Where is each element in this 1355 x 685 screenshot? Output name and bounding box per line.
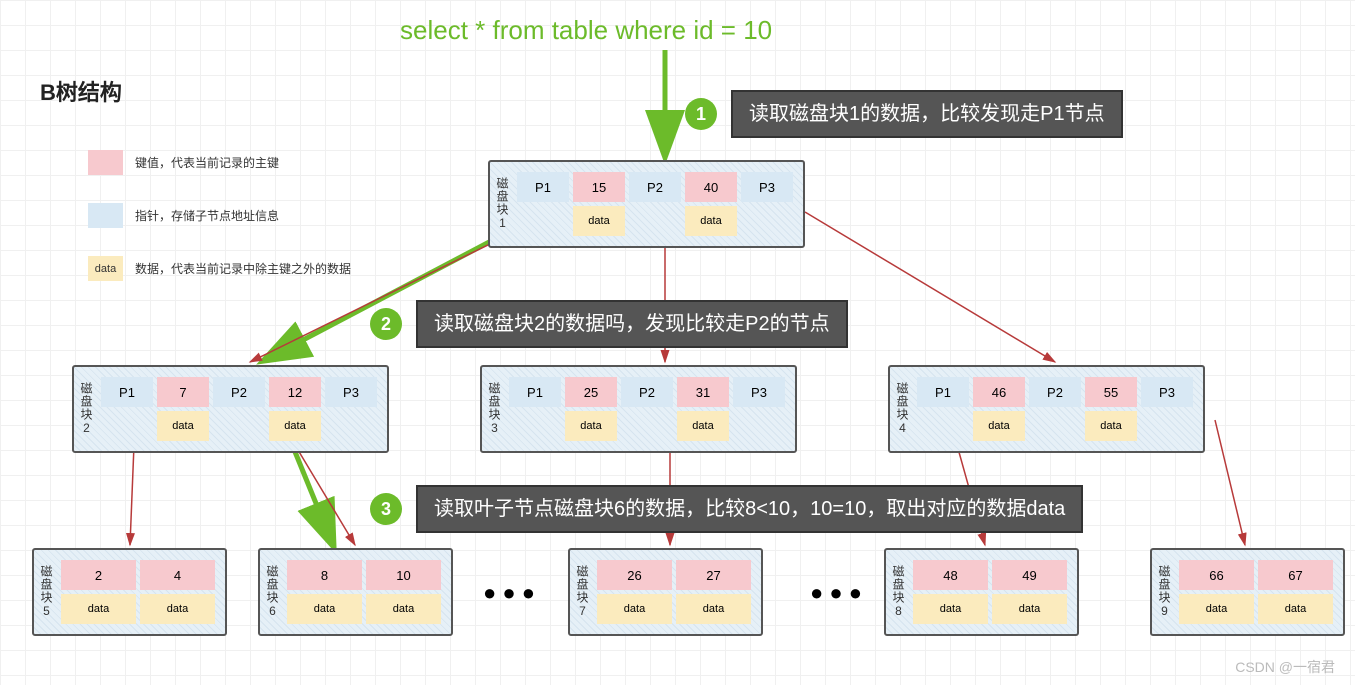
disk-block-7: 磁盘块7 26data 27data xyxy=(568,548,763,636)
disk-block-1: 磁盘块1 P1 15 data P2 40 data P3 xyxy=(488,160,805,248)
b1-d2: data xyxy=(685,206,737,236)
step-3-badge: 3 xyxy=(370,493,402,525)
step-1-callout: 1 读取磁盘块1的数据，比较发现走P1节点 xyxy=(685,90,1123,138)
legend-ptr-label: 指针，存储子节点地址信息 xyxy=(135,207,279,224)
disk-block-5: 磁盘块5 2data 4data xyxy=(32,548,227,636)
legend-data-label: 数据，代表当前记录中除主键之外的数据 xyxy=(135,260,351,277)
dots-1: ● ● ● xyxy=(483,580,535,606)
step-2-badge: 2 xyxy=(370,308,402,340)
step-3-text: 读取叶子节点磁盘块6的数据，比较8<10，10=10，取出对应的数据data xyxy=(416,485,1083,533)
legend-data-row: data 数据，代表当前记录中除主键之外的数据 xyxy=(88,256,351,281)
legend-key-swatch xyxy=(88,150,123,175)
legend-data-swatch: data xyxy=(88,256,123,281)
step-1-badge: 1 xyxy=(685,98,717,130)
b1-p3: P3 xyxy=(741,172,793,202)
disk-block-3: 磁盘块3 P1 25data P2 31data P3 xyxy=(480,365,797,453)
legend-key-label: 键值，代表当前记录的主键 xyxy=(135,154,279,171)
disk-block-8: 磁盘块8 48data 49data xyxy=(884,548,1079,636)
step-2-callout: 2 读取磁盘块2的数据吗，发现比较走P2的节点 xyxy=(370,300,848,348)
legend-ptr-row: 指针，存储子节点地址信息 xyxy=(88,203,351,228)
watermark: CSDN @一宿君 xyxy=(1235,657,1335,677)
sql-query-text: select * from table where id = 10 xyxy=(400,15,772,46)
step-3-callout: 3 读取叶子节点磁盘块6的数据，比较8<10，10=10，取出对应的数据data xyxy=(370,485,1083,533)
legend-ptr-swatch xyxy=(88,203,123,228)
disk-block-9: 磁盘块9 66data 67data xyxy=(1150,548,1345,636)
disk-block-2-label: 磁盘块2 xyxy=(78,377,95,441)
b1-k2: 40 xyxy=(685,172,737,202)
legend-key-row: 键值，代表当前记录的主键 xyxy=(88,150,351,175)
b1-p2: P2 xyxy=(629,172,681,202)
legend: 键值，代表当前记录的主键 指针，存储子节点地址信息 data 数据，代表当前记录… xyxy=(88,150,351,309)
disk-block-6: 磁盘块6 8data 10data xyxy=(258,548,453,636)
b1-p1: P1 xyxy=(517,172,569,202)
disk-block-4: 磁盘块4 P1 46data P2 55data P3 xyxy=(888,365,1205,453)
step-1-text: 读取磁盘块1的数据，比较发现走P1节点 xyxy=(731,90,1123,138)
b1-k1: 15 xyxy=(573,172,625,202)
disk-block-4-label: 磁盘块4 xyxy=(894,377,911,441)
disk-block-1-label: 磁盘块1 xyxy=(494,172,511,236)
b1-d1: data xyxy=(573,206,625,236)
diagram-title: B树结构 xyxy=(40,75,122,107)
step-2-text: 读取磁盘块2的数据吗，发现比较走P2的节点 xyxy=(416,300,848,348)
disk-block-3-label: 磁盘块3 xyxy=(486,377,503,441)
disk-block-2: 磁盘块2 P1 7data P2 12data P3 xyxy=(72,365,389,453)
dots-2: ● ● ● xyxy=(810,580,862,606)
